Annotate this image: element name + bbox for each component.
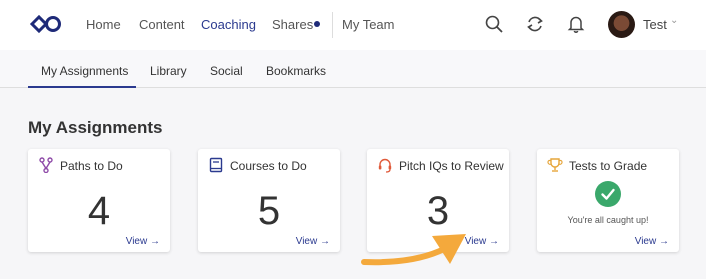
nav-content[interactable]: Content [139, 17, 185, 32]
nav-my-team[interactable]: My Team [342, 17, 395, 32]
headset-icon [378, 158, 392, 173]
tab-library[interactable]: Library [150, 64, 187, 78]
card-count: 5 [257, 189, 281, 233]
check-icon [595, 181, 621, 207]
book-icon [209, 157, 223, 173]
card-paths-to-do[interactable]: Paths to Do 4 View → [28, 149, 170, 252]
page-title: My Assignments [28, 118, 163, 137]
bell-icon[interactable] [566, 14, 586, 34]
tab-bookmarks[interactable]: Bookmarks [266, 64, 326, 78]
notification-dot [314, 21, 320, 27]
nav-divider [332, 12, 333, 38]
logo-icon[interactable] [30, 14, 62, 34]
card-title: Courses to Do [230, 159, 307, 173]
status-text: You're all caught up! [567, 215, 649, 225]
card-title: Tests to Grade [569, 159, 648, 173]
card-title: Pitch IQs to Review [399, 159, 504, 173]
view-link[interactable]: View → [126, 236, 160, 247]
view-link[interactable]: View → [635, 236, 669, 247]
trophy-icon [547, 158, 563, 172]
sync-icon[interactable] [525, 14, 545, 34]
top-nav: Home Content Coaching Shares My Team Tes… [0, 0, 706, 50]
avatar[interactable] [608, 11, 635, 38]
nav-shares[interactable]: Shares [272, 17, 313, 32]
view-link[interactable]: View → [296, 236, 330, 247]
tab-my-assignments[interactable]: My Assignments [41, 64, 128, 78]
chevron-down-icon[interactable]: ⌄ [670, 15, 678, 26]
card-title: Paths to Do [60, 159, 123, 173]
sub-tabs: My Assignments Library Social Bookmarks [0, 50, 706, 88]
card-count: 4 [87, 189, 111, 233]
search-icon[interactable] [484, 14, 504, 34]
annotation-arrow-icon [361, 234, 466, 266]
card-courses-to-do[interactable]: Courses to Do 5 View → [198, 149, 340, 252]
path-icon [39, 157, 53, 173]
card-tests-to-grade[interactable]: Tests to Grade You're all caught up! Vie… [537, 149, 679, 252]
nav-home[interactable]: Home [86, 17, 121, 32]
user-name[interactable]: Test [643, 17, 667, 32]
nav-coaching[interactable]: Coaching [201, 17, 256, 32]
tab-social[interactable]: Social [210, 64, 243, 78]
active-tab-indicator [28, 86, 136, 88]
